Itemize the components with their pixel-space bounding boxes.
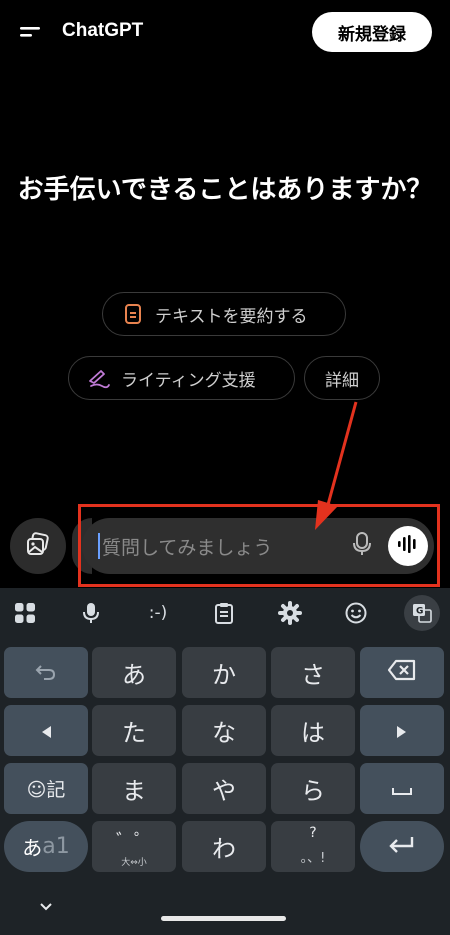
mode-alpha-label: a1 <box>42 834 70 859</box>
waveform-icon <box>396 534 420 558</box>
suggestion-label: ライティング支援 <box>121 370 256 391</box>
punctuation-label: 。、! <box>300 851 326 866</box>
mode-kana-label: あ <box>22 836 43 860</box>
app-header: ChatGPT 新規登録 <box>0 0 450 64</box>
microphone-icon <box>351 531 373 561</box>
key-ra[interactable]: ら <box>271 763 355 814</box>
undo-icon <box>35 659 57 687</box>
space-icon <box>391 775 413 803</box>
voice-mode-button[interactable] <box>388 526 428 566</box>
cursor-left-key[interactable] <box>4 705 88 756</box>
home-indicator[interactable] <box>161 916 286 921</box>
emoji-icon[interactable] <box>341 598 371 628</box>
question-mark-label: ? <box>309 825 317 841</box>
key-ka[interactable]: か <box>182 647 266 698</box>
document-icon <box>121 302 145 326</box>
key-ma[interactable]: ま <box>92 763 176 814</box>
input-mode-key[interactable]: あ a1 <box>4 821 88 872</box>
settings-gear-icon[interactable] <box>275 598 305 628</box>
text-caret <box>98 533 100 559</box>
undo-key[interactable] <box>4 647 88 698</box>
message-input[interactable]: 質問してみましょう <box>82 518 434 574</box>
key-a[interactable]: あ <box>92 647 176 698</box>
translate-icon[interactable]: G <box>404 595 440 631</box>
suggestion-writing-help[interactable]: ライティング支援 <box>68 356 295 400</box>
key-ha[interactable]: は <box>271 705 355 756</box>
small-large-label: 大⇔小 <box>121 858 147 868</box>
punctuation-key[interactable]: ? 。、! <box>271 821 355 872</box>
app-title: ChatGPT <box>62 20 144 41</box>
svg-text:G: G <box>416 607 423 617</box>
keyboard-toolbar: :-) G <box>0 588 450 636</box>
backspace-key[interactable] <box>360 647 444 698</box>
menu-icon[interactable] <box>18 22 42 42</box>
hide-keyboard-chevron-icon[interactable] <box>36 896 56 916</box>
pen-icon <box>87 366 111 390</box>
key-wa[interactable]: わ <box>182 821 266 872</box>
dakuten-label: ゛゜ <box>116 831 152 852</box>
on-screen-keyboard: :-) G あ か さ た な は ☺記 ま や ら あ a1 ゛゜ 大⇔小 わ… <box>0 588 450 935</box>
emoji-symbol-key[interactable]: ☺記 <box>4 763 88 814</box>
emoticon-button[interactable]: :-) <box>141 598 175 628</box>
apps-grid-icon[interactable] <box>10 598 40 628</box>
suggestion-more[interactable]: 詳細 <box>304 356 380 400</box>
suggestion-label: テキストを要約する <box>155 306 308 327</box>
page-headline: お手伝いできることはありますか？ <box>17 175 433 205</box>
suggestion-summarize-text[interactable]: テキストを要約する <box>102 292 346 336</box>
voice-input-icon[interactable] <box>76 598 106 628</box>
signup-button[interactable]: 新規登録 <box>312 12 432 52</box>
images-icon <box>25 531 51 561</box>
key-ta[interactable]: た <box>92 705 176 756</box>
message-input-placeholder: 質問してみましょう <box>102 537 273 559</box>
space-key[interactable] <box>360 763 444 814</box>
suggestion-label: 詳細 <box>325 370 359 391</box>
attach-button[interactable] <box>10 518 66 574</box>
triangle-left-icon <box>40 717 52 745</box>
enter-icon <box>388 833 416 861</box>
key-ya[interactable]: や <box>182 763 266 814</box>
system-nav-bar <box>0 890 450 935</box>
cursor-right-key[interactable] <box>360 705 444 756</box>
enter-key[interactable] <box>360 821 444 872</box>
key-na[interactable]: な <box>182 705 266 756</box>
backspace-icon <box>387 659 417 687</box>
clipboard-icon[interactable] <box>209 598 239 628</box>
microphone-button[interactable] <box>346 530 378 562</box>
dakuten-key[interactable]: ゛゜ 大⇔小 <box>92 821 176 872</box>
key-sa[interactable]: さ <box>271 647 355 698</box>
triangle-right-icon <box>396 717 408 745</box>
